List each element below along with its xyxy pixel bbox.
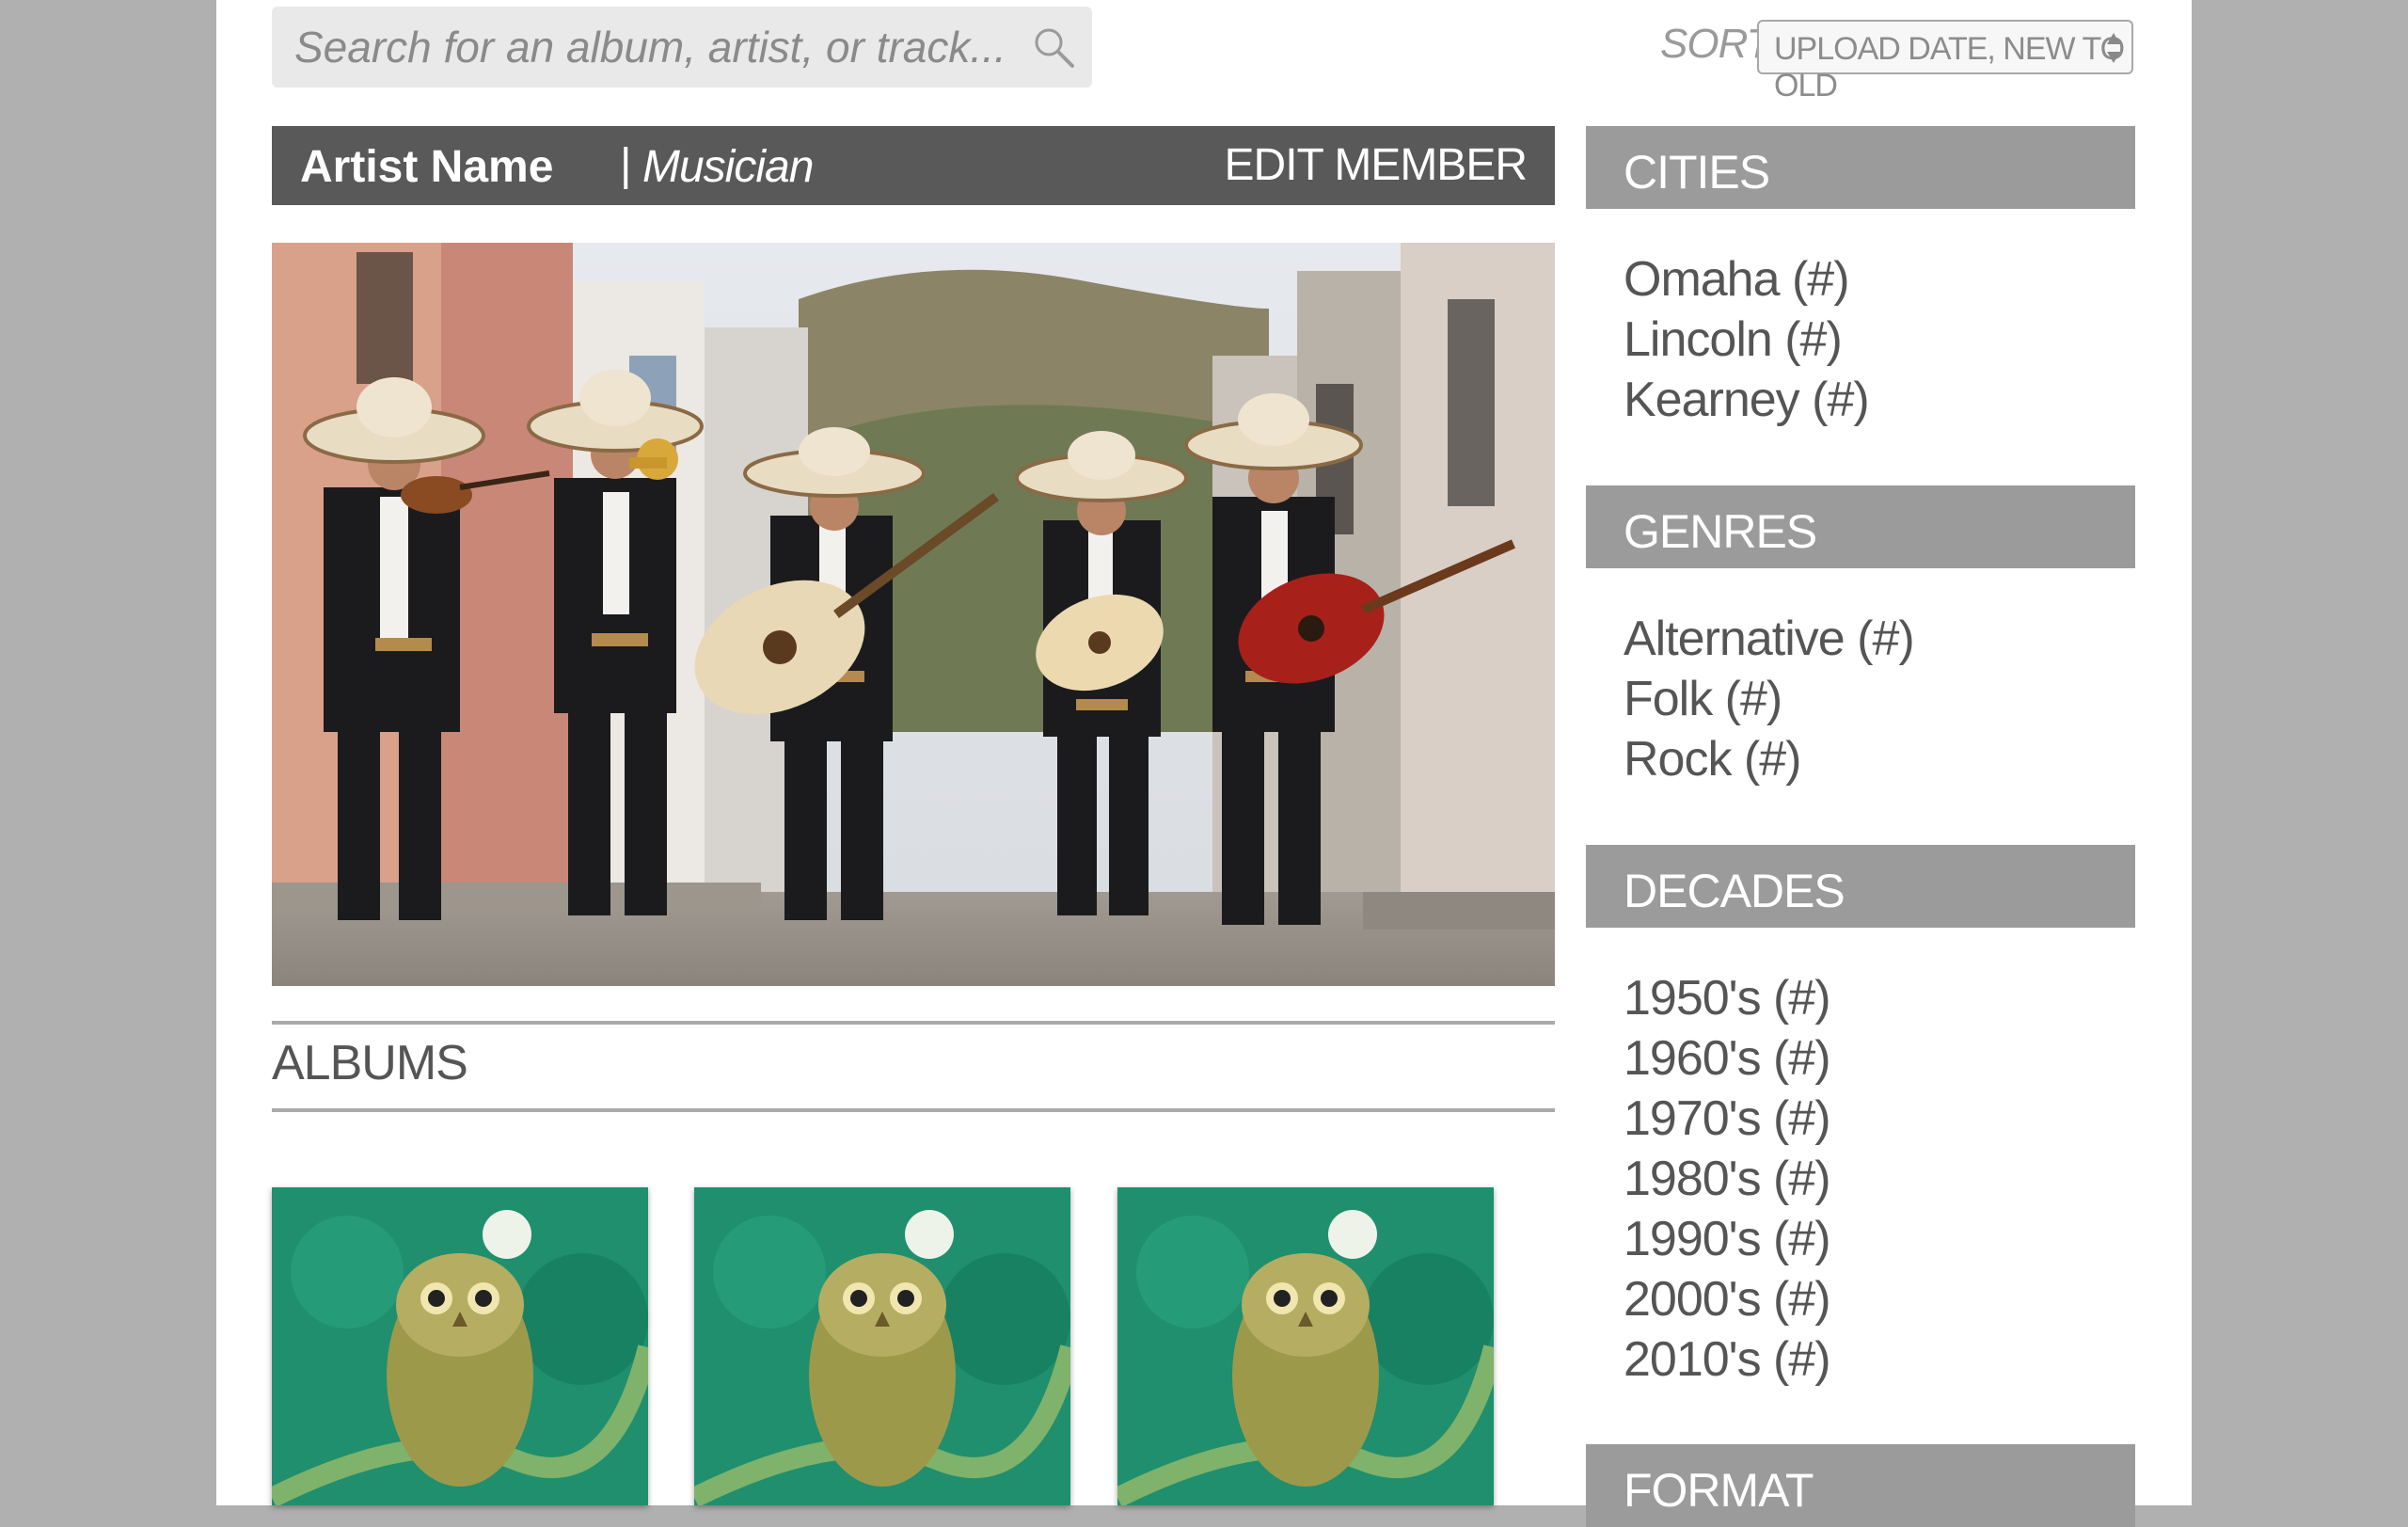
decades-header: DECADES [1586,845,2135,928]
page-container: SORT UPLOAD DATE, NEW TO OLD Artist Name… [216,0,2192,1527]
artist-header-bar: Artist Name | Musician EDIT MEMBER [272,126,1555,205]
format-header: FORMAT [1586,1444,2135,1527]
genre-filter-item[interactable]: Rock (#) [1624,729,1914,789]
decade-filter-item[interactable]: 1970's (#) [1624,1089,1831,1149]
cities-title: CITIES [1624,146,1770,199]
sort-label: SORT [1660,21,1771,67]
sort-selected-value: UPLOAD DATE, NEW TO OLD [1774,31,2125,103]
decades-list: 1950's (#) 1960's (#) 1970's (#) 1980's … [1624,968,1831,1390]
genres-header: GENRES [1586,485,2135,568]
city-filter-item[interactable]: Kearney (#) [1624,370,1870,430]
edit-member-button[interactable]: EDIT MEMBER [1225,139,1528,191]
search-icon[interactable] [1032,25,1075,69]
album-card[interactable] [694,1187,1070,1505]
city-filter-item[interactable]: Lincoln (#) [1624,310,1869,370]
genres-list: Alternative (#) Folk (#) Rock (#) [1624,609,1915,789]
sort-select[interactable]: UPLOAD DATE, NEW TO OLD [1757,20,2133,103]
album-card[interactable] [272,1187,648,1505]
divider [272,1108,1555,1112]
album-cover-owl [1117,1187,1494,1505]
decade-filter-item[interactable]: 1980's (#) [1624,1149,1831,1209]
search-box [272,7,1092,87]
cities-list: Omaha (#) Lincoln (#) Kearney (#) [1624,249,1870,430]
search-input[interactable] [272,7,1006,87]
album-cover-owl [272,1187,648,1505]
genre-filter-item[interactable]: Alternative (#) [1624,609,1915,669]
decade-filter-item[interactable]: 1990's (#) [1624,1209,1831,1269]
albums-title: ALBUMS [272,1036,468,1090]
city-filter-item[interactable]: Omaha (#) [1624,249,1869,310]
decades-title: DECADES [1624,865,1846,917]
artist-photo [272,243,1555,986]
cities-header: CITIES [1586,126,2135,209]
artist-role: Musician [642,142,814,192]
decade-filter-item[interactable]: 2000's (#) [1624,1269,1831,1329]
divider [272,1021,1555,1025]
genre-filter-item[interactable]: Folk (#) [1624,669,1914,729]
artist-separator: | [620,140,632,190]
album-cover-owl [694,1187,1070,1505]
album-card[interactable] [1117,1187,1494,1505]
decade-filter-item[interactable]: 1950's (#) [1624,968,1831,1028]
format-title: FORMAT [1624,1464,1814,1517]
artist-name: Artist Name [300,142,554,192]
decade-filter-item[interactable]: 2010's (#) [1624,1329,1831,1390]
genres-title: GENRES [1624,505,1817,558]
decade-filter-item[interactable]: 1960's (#) [1624,1028,1831,1089]
updown-arrows-icon [2107,33,2120,63]
